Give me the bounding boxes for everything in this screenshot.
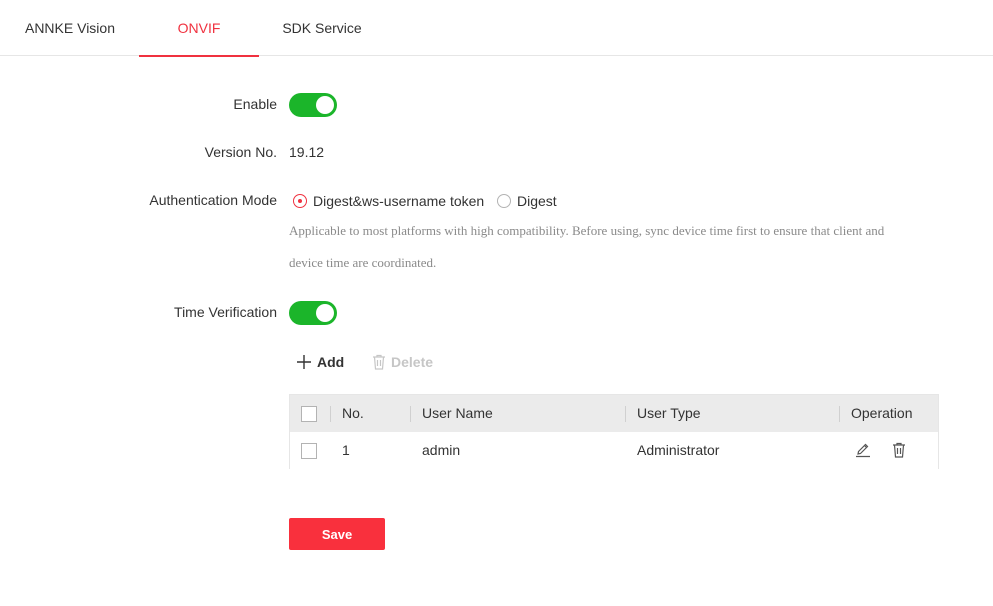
delete-icon[interactable] [892, 442, 906, 463]
column-divider [625, 406, 626, 422]
cell-user-name: admin [422, 442, 461, 458]
select-all-checkbox[interactable] [301, 406, 317, 422]
version-value: 19.12 [289, 144, 325, 160]
toggle-knob [316, 96, 334, 114]
tab-sdk-service[interactable]: SDK Service [262, 0, 382, 56]
version-label: Version No. [204, 144, 277, 160]
time-verification-toggle[interactable] [289, 301, 337, 325]
cell-no: 1 [342, 442, 350, 458]
auth-mode-hint-line2: device time are coordinated. [289, 255, 437, 270]
tab-bar: ANNKE Vision ONVIF SDK Service [0, 0, 993, 57]
delete-button[interactable]: Delete [372, 353, 433, 371]
radio-digest[interactable]: Digest [497, 193, 557, 209]
enable-toggle[interactable] [289, 93, 337, 117]
tab-annke-vision[interactable]: ANNKE Vision [0, 0, 140, 56]
trash-icon [373, 354, 385, 370]
add-button[interactable]: Add [296, 353, 344, 371]
auth-mode-label: Authentication Mode [149, 192, 277, 208]
radio-label: Digest&ws-username token [313, 193, 485, 209]
save-button[interactable]: Save [289, 518, 385, 550]
add-button-label: Add [317, 354, 345, 370]
table-header: No. User Name User Type Operation [290, 395, 938, 432]
column-header-user-name: User Name [422, 405, 493, 421]
tab-onvif[interactable]: ONVIF [139, 0, 259, 57]
radio-circle [293, 194, 307, 208]
edit-icon[interactable] [855, 442, 871, 463]
table-row[interactable]: 1 admin Administrator [290, 432, 938, 469]
column-header-operation: Operation [851, 405, 913, 421]
radio-label: Digest [517, 193, 557, 209]
time-verification-label: Time Verification [174, 304, 277, 320]
column-divider [330, 406, 331, 422]
cell-user-type: Administrator [637, 442, 720, 458]
radio-digest-ws-username-token[interactable]: Digest&ws-username token [293, 193, 484, 209]
plus-icon [297, 355, 311, 369]
toggle-knob [316, 304, 334, 322]
enable-label: Enable [233, 96, 277, 112]
column-divider [410, 406, 411, 422]
column-header-no: No. [342, 405, 364, 421]
row-checkbox[interactable] [301, 443, 317, 459]
column-header-user-type: User Type [637, 405, 701, 421]
user-table: No. User Name User Type Operation 1 admi… [289, 394, 939, 469]
column-divider [839, 406, 840, 422]
auth-mode-hint-line1: Applicable to most platforms with high c… [289, 223, 885, 238]
delete-button-label: Delete [391, 354, 434, 370]
radio-circle [497, 194, 511, 208]
